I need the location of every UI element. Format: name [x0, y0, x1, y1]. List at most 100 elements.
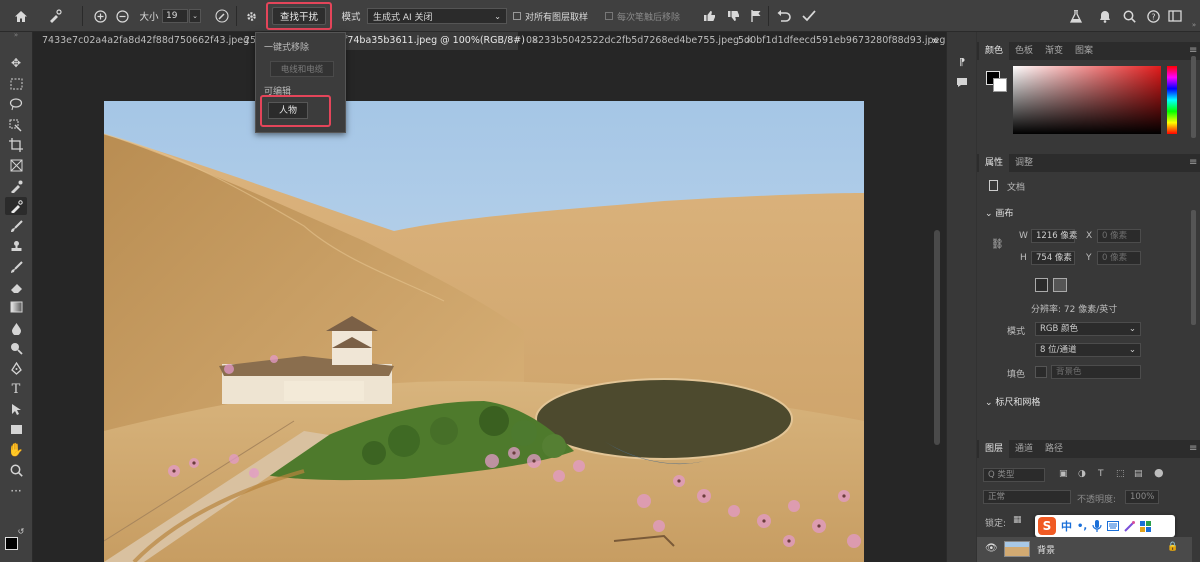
- desert-oasis-photo[interactable]: [104, 101, 864, 562]
- stamp-tool-icon[interactable]: [5, 237, 27, 255]
- sample-all-layers-checkbox[interactable]: 对所有图层取样: [513, 6, 597, 26]
- x-field[interactable]: 0 像素: [1097, 229, 1141, 243]
- toolbox-grid-icon[interactable]: [1140, 520, 1152, 532]
- doc-tab-active[interactable]: f74ba35b3611.jpeg @ 100%(RGB/8#) ×: [338, 32, 539, 50]
- thumbs-up-icon[interactable]: [701, 6, 717, 26]
- path-select-icon[interactable]: [5, 400, 27, 418]
- home-icon[interactable]: [10, 6, 32, 26]
- filter-adjust-icon[interactable]: ◑: [1078, 469, 1086, 479]
- bit-depth-select[interactable]: 8 位/通道 ⌄: [1035, 343, 1141, 357]
- color-field[interactable]: [1013, 66, 1161, 134]
- object-select-icon[interactable]: [5, 116, 27, 134]
- color-mode-select[interactable]: RGB 颜色 ⌄: [1035, 322, 1141, 336]
- tab-paths[interactable]: 路径: [1039, 440, 1069, 458]
- ime-punct-toggle[interactable]: •,: [1077, 521, 1087, 532]
- workspace-icon[interactable]: [1167, 6, 1183, 26]
- size-dropdown-icon[interactable]: ⌄: [189, 9, 201, 23]
- fill-swatch[interactable]: [1035, 366, 1047, 378]
- width-field[interactable]: 1216 像素: [1031, 229, 1077, 243]
- flask-icon[interactable]: [1068, 6, 1084, 26]
- panel-menu-icon[interactable]: ≡: [1183, 440, 1200, 458]
- comment-icon[interactable]: [952, 72, 972, 92]
- pen-tool-icon[interactable]: [5, 359, 27, 377]
- doc-tab[interactable]: 5d0bf1d1dfeecd591eb9673280f88d93.jpeg: [732, 32, 945, 50]
- frame-tool-icon[interactable]: [5, 156, 27, 174]
- commit-check-icon[interactable]: [800, 6, 818, 26]
- mode-select[interactable]: 生成式 AI 关闭 ⌄: [367, 8, 507, 24]
- filter-pixel-icon[interactable]: ▣: [1059, 469, 1068, 479]
- tab-gradients[interactable]: 渐变: [1039, 42, 1069, 60]
- type-tool-icon[interactable]: T: [5, 380, 27, 398]
- panel-collapse-icon[interactable]: »: [1190, 20, 1198, 30]
- filter-type-icon[interactable]: T: [1098, 469, 1104, 479]
- layer-row-background[interactable]: 👁 背景 🔒: [977, 537, 1192, 562]
- eraser-tool-icon[interactable]: [5, 278, 27, 296]
- lasso-tool-icon[interactable]: [5, 95, 27, 113]
- blur-tool-icon[interactable]: [5, 319, 27, 337]
- history-brush-icon[interactable]: [5, 258, 27, 276]
- search-icon[interactable]: [1121, 6, 1137, 26]
- bell-icon[interactable]: [1097, 6, 1113, 26]
- microphone-icon[interactable]: [1092, 520, 1102, 532]
- link-dimensions-icon[interactable]: ⛓: [991, 239, 1004, 250]
- swap-colors-icon[interactable]: ↺: [16, 522, 26, 540]
- flag-icon[interactable]: [749, 6, 763, 26]
- landscape-orientation-icon[interactable]: [1053, 278, 1067, 292]
- tab-swatches[interactable]: 色板: [1009, 42, 1039, 60]
- panel-scrollbar[interactable]: [1191, 56, 1196, 138]
- zoom-tool-icon[interactable]: [5, 461, 27, 479]
- doc-tab[interactable]: 08233b5042522dc2fb5d7268ed4be755.jpeg ×: [520, 32, 753, 50]
- brush-subtract-icon[interactable]: [114, 6, 130, 26]
- layer-filter-search[interactable]: Q 类型: [983, 468, 1045, 482]
- help-icon[interactable]: ?: [1145, 6, 1161, 26]
- tab-color[interactable]: 颜色: [979, 42, 1010, 60]
- paragraph-icon[interactable]: ⁋: [952, 52, 972, 72]
- brush-tool-icon[interactable]: [5, 217, 27, 235]
- hue-slider[interactable]: [1167, 66, 1177, 134]
- thumbs-down-icon[interactable]: [725, 6, 741, 26]
- settings-gear-icon[interactable]: [243, 6, 259, 26]
- crop-tool-icon[interactable]: [5, 136, 27, 154]
- properties-scrollbar[interactable]: [1191, 210, 1196, 325]
- tab-channels[interactable]: 通道: [1009, 440, 1039, 458]
- remove-after-stroke-checkbox[interactable]: 每次笔触后移除: [605, 6, 691, 26]
- portrait-orientation-icon[interactable]: [1035, 278, 1048, 292]
- hand-tool-icon[interactable]: ✋: [5, 441, 27, 459]
- eyedropper-icon[interactable]: [5, 177, 27, 195]
- visibility-eye-icon[interactable]: 👁: [985, 543, 998, 554]
- tabs-overflow-icon[interactable]: »: [926, 32, 942, 50]
- gradient-tool-icon[interactable]: [5, 298, 27, 316]
- remove-tool-icon[interactable]: [5, 197, 27, 215]
- y-field[interactable]: 0 像素: [1097, 251, 1141, 265]
- tab-properties[interactable]: 属性: [979, 154, 1010, 172]
- pressure-icon[interactable]: [212, 6, 232, 26]
- brush-add-icon[interactable]: [92, 6, 108, 26]
- lock-pixels-icon[interactable]: ▦: [1013, 515, 1022, 525]
- filter-shape-icon[interactable]: ⬚: [1116, 469, 1125, 479]
- ime-language-toggle[interactable]: 中: [1061, 518, 1072, 534]
- canvas-vertical-scrollbar[interactable]: [934, 230, 940, 445]
- cancel-undo-icon[interactable]: [775, 6, 793, 26]
- tab-patterns[interactable]: 图案: [1069, 42, 1099, 60]
- wires-cables-item[interactable]: 电线和电缆: [270, 61, 334, 77]
- tab-adjustments[interactable]: 调整: [1009, 154, 1039, 172]
- height-field[interactable]: 754 像素: [1031, 251, 1075, 265]
- rectangle-tool-icon[interactable]: [5, 420, 27, 438]
- size-input[interactable]: 19: [162, 9, 188, 23]
- doc-tab[interactable]: 7433e7c02a4a2fa8d42f88d750662f43.jpeg×: [36, 32, 263, 50]
- move-tool-icon[interactable]: ✥: [5, 54, 27, 72]
- remove-tool-icon[interactable]: [44, 6, 66, 26]
- bg-swatch[interactable]: [993, 78, 1007, 92]
- filter-toggle-icon[interactable]: ●: [1154, 466, 1164, 479]
- dodge-tool-icon[interactable]: [5, 339, 27, 357]
- collapse-icon[interactable]: »: [5, 30, 27, 40]
- filter-smart-icon[interactable]: ▤: [1134, 469, 1143, 479]
- marquee-tool-icon[interactable]: [5, 75, 27, 93]
- canvas-section-header[interactable]: ⌄ 画布: [985, 206, 1013, 219]
- blend-mode-select[interactable]: 正常: [983, 490, 1071, 504]
- opacity-field[interactable]: 100%: [1125, 490, 1159, 504]
- sogou-logo-icon[interactable]: S: [1038, 517, 1056, 535]
- fill-select[interactable]: 背景色: [1051, 365, 1141, 379]
- keyboard-icon[interactable]: [1107, 521, 1120, 531]
- skin-icon[interactable]: [1124, 520, 1136, 532]
